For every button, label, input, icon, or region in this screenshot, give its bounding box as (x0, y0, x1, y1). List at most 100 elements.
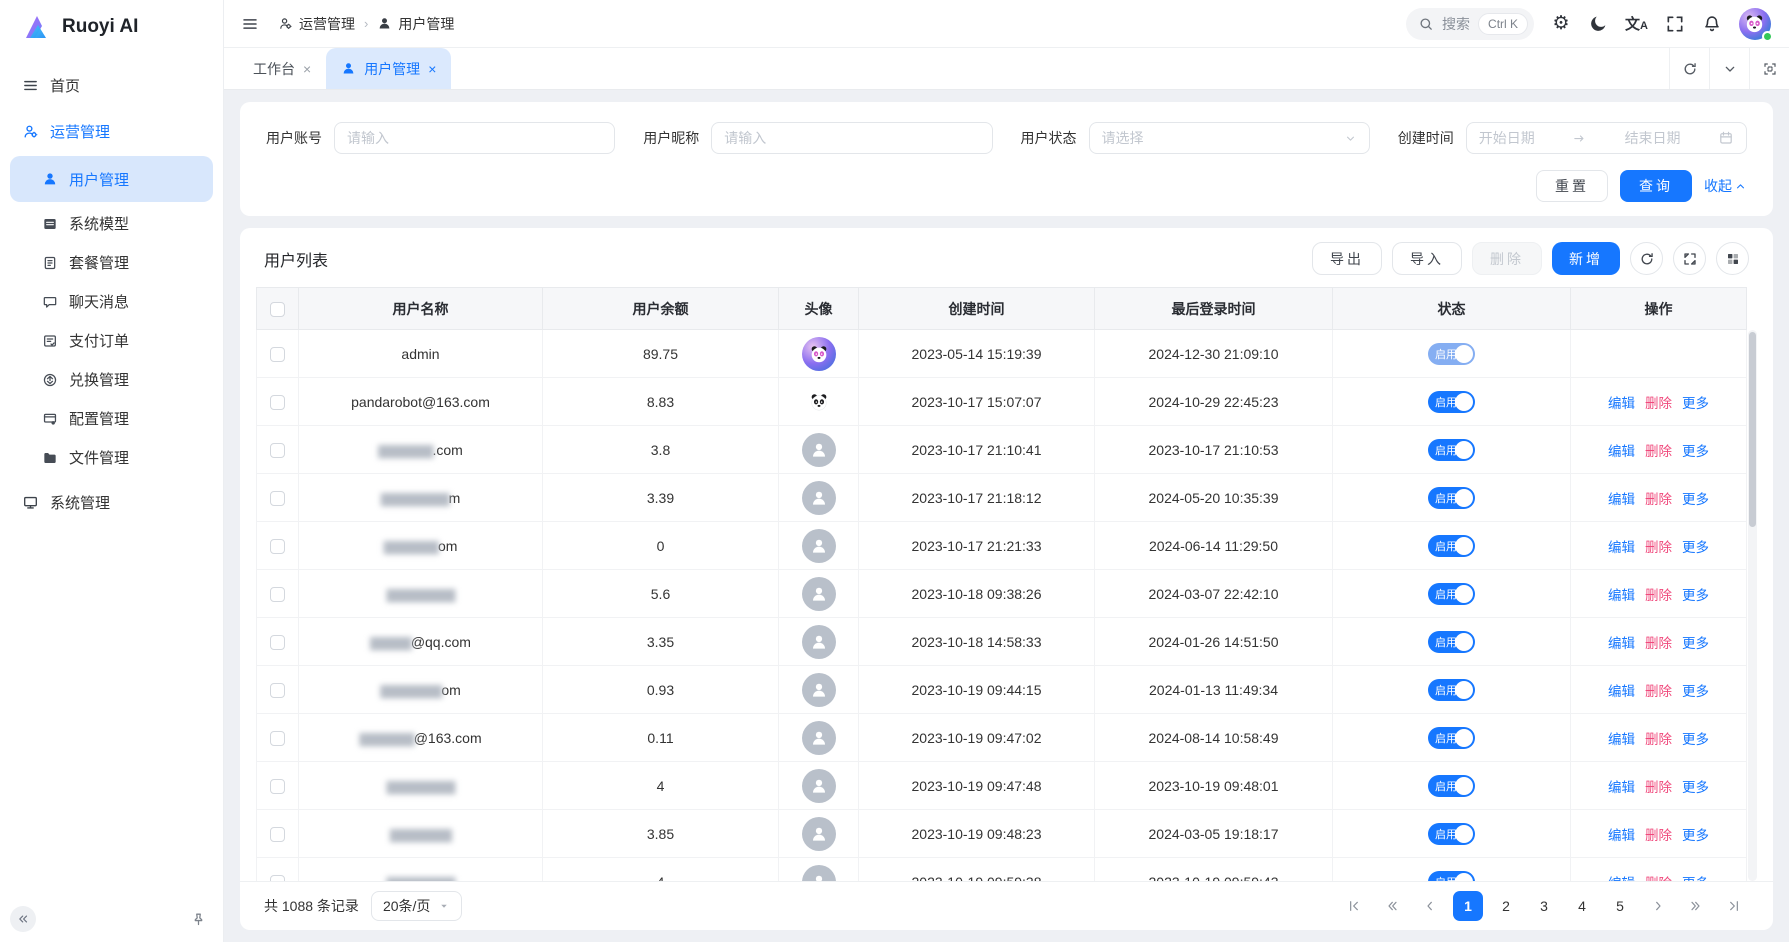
edit-link[interactable]: 编辑 (1608, 780, 1635, 795)
sidebar-item-orders[interactable]: 支付订单 (10, 321, 213, 360)
more-link[interactable]: 更多 (1682, 828, 1709, 843)
more-link[interactable]: 更多 (1682, 588, 1709, 603)
more-link[interactable]: 更多 (1682, 780, 1709, 795)
edit-link[interactable]: 编辑 (1608, 876, 1635, 882)
query-button[interactable]: 查询 (1620, 170, 1692, 202)
status-toggle[interactable]: 启用 (1428, 391, 1475, 413)
page-number-4[interactable]: 4 (1567, 891, 1597, 921)
last-page-button[interactable] (1719, 891, 1749, 921)
row-checkbox[interactable] (270, 731, 285, 746)
maximize-content-icon[interactable] (1749, 48, 1789, 89)
delete-link[interactable]: 删除 (1645, 780, 1672, 795)
edit-link[interactable]: 编辑 (1608, 732, 1635, 747)
first-page-button[interactable] (1339, 891, 1369, 921)
delete-link[interactable]: 删除 (1645, 492, 1672, 507)
collapse-filters-link[interactable]: 收起 (1704, 176, 1747, 196)
sidebar-item-models[interactable]: 系统模型 (10, 204, 213, 243)
close-tab-icon[interactable]: × (303, 61, 311, 77)
row-checkbox[interactable] (270, 683, 285, 698)
delete-link[interactable]: 删除 (1645, 444, 1672, 459)
scrollbar-thumb[interactable] (1749, 332, 1756, 527)
pin-icon[interactable] (190, 911, 207, 928)
prev-page-button[interactable] (1415, 891, 1445, 921)
row-checkbox[interactable] (270, 827, 285, 842)
row-checkbox[interactable] (270, 347, 285, 362)
delete-link[interactable]: 删除 (1645, 684, 1672, 699)
language-icon[interactable]: 文A (1625, 13, 1648, 34)
refresh-table-icon[interactable] (1630, 242, 1663, 275)
row-checkbox[interactable] (270, 635, 285, 650)
more-link[interactable]: 更多 (1682, 684, 1709, 699)
edit-link[interactable]: 编辑 (1608, 636, 1635, 651)
row-checkbox[interactable] (270, 587, 285, 602)
page-number-3[interactable]: 3 (1529, 891, 1559, 921)
tab-menu-chevron-icon[interactable] (1709, 48, 1749, 89)
row-checkbox[interactable] (270, 539, 285, 554)
menu-toggle-icon[interactable] (236, 14, 264, 34)
status-toggle[interactable]: 启用 (1428, 823, 1475, 845)
sidebar-item-exchange[interactable]: 兑换管理 (10, 360, 213, 399)
more-link[interactable]: 更多 (1682, 732, 1709, 747)
user-avatar[interactable] (1739, 8, 1771, 40)
dark-mode-moon-icon[interactable] (1588, 14, 1608, 34)
status-toggle[interactable]: 启用 (1428, 535, 1475, 557)
refresh-page-icon[interactable] (1669, 48, 1709, 89)
status-toggle[interactable]: 启用 (1428, 727, 1475, 749)
delete-link[interactable]: 删除 (1645, 540, 1672, 555)
tab-users[interactable]: 用户管理× (326, 48, 451, 89)
table-scrollbar[interactable] (1748, 330, 1757, 881)
sidebar-group-operations[interactable]: 运营管理 (10, 110, 213, 152)
sidebar-item-files[interactable]: 文件管理 (10, 438, 213, 477)
global-search[interactable]: 搜索 Ctrl K (1406, 8, 1534, 40)
import-button[interactable]: 导入 (1392, 242, 1462, 275)
more-link[interactable]: 更多 (1682, 876, 1709, 882)
more-link[interactable]: 更多 (1682, 540, 1709, 555)
account-input[interactable]: 请输入 (334, 122, 615, 154)
fullscreen-table-icon[interactable] (1673, 242, 1706, 275)
status-toggle[interactable]: 启用 (1428, 343, 1475, 365)
notifications-bell-icon[interactable] (1702, 14, 1722, 34)
select-all-checkbox[interactable] (270, 302, 285, 317)
export-button[interactable]: 导出 (1312, 242, 1382, 275)
status-toggle[interactable]: 启用 (1428, 775, 1475, 797)
collapse-sidebar-button[interactable] (10, 906, 36, 932)
page-size-select[interactable]: 20条/页 (371, 891, 462, 921)
page-number-2[interactable]: 2 (1491, 891, 1521, 921)
delete-link[interactable]: 删除 (1645, 396, 1672, 411)
date-range-picker[interactable]: 开始日期 结束日期 (1466, 122, 1747, 154)
status-toggle[interactable]: 启用 (1428, 487, 1475, 509)
breadcrumb-operations[interactable]: 运营管理 (278, 14, 355, 34)
more-link[interactable]: 更多 (1682, 444, 1709, 459)
edit-link[interactable]: 编辑 (1608, 588, 1635, 603)
status-toggle[interactable]: 启用 (1428, 679, 1475, 701)
more-link[interactable]: 更多 (1682, 636, 1709, 651)
brand-logo[interactable]: Ruoyi AI (0, 0, 223, 54)
edit-link[interactable]: 编辑 (1608, 396, 1635, 411)
prev-group-button[interactable] (1377, 891, 1407, 921)
next-page-button[interactable] (1643, 891, 1673, 921)
row-checkbox[interactable] (270, 779, 285, 794)
more-link[interactable]: 更多 (1682, 492, 1709, 507)
column-settings-icon[interactable] (1716, 242, 1749, 275)
row-checkbox[interactable] (270, 875, 285, 881)
reset-button[interactable]: 重置 (1536, 170, 1608, 202)
sidebar-item-users[interactable]: 用户管理 (10, 156, 213, 202)
edit-link[interactable]: 编辑 (1608, 684, 1635, 699)
sidebar-item-chat[interactable]: 聊天消息 (10, 282, 213, 321)
delete-button[interactable]: 删除 (1472, 242, 1542, 275)
sidebar-item-packages[interactable]: 套餐管理 (10, 243, 213, 282)
status-toggle[interactable]: 启用 (1428, 871, 1475, 882)
sidebar-item-home[interactable]: 首页 (10, 64, 213, 106)
next-group-button[interactable] (1681, 891, 1711, 921)
row-checkbox[interactable] (270, 395, 285, 410)
edit-link[interactable]: 编辑 (1608, 492, 1635, 507)
settings-gear-icon[interactable]: ⚙ (1551, 14, 1571, 34)
delete-link[interactable]: 删除 (1645, 636, 1672, 651)
status-toggle[interactable]: 启用 (1428, 631, 1475, 653)
row-checkbox[interactable] (270, 491, 285, 506)
row-checkbox[interactable] (270, 443, 285, 458)
status-select[interactable]: 请选择 (1089, 122, 1370, 154)
add-user-button[interactable]: 新增 (1552, 242, 1620, 275)
fullscreen-icon[interactable] (1665, 14, 1685, 34)
status-toggle[interactable]: 启用 (1428, 583, 1475, 605)
